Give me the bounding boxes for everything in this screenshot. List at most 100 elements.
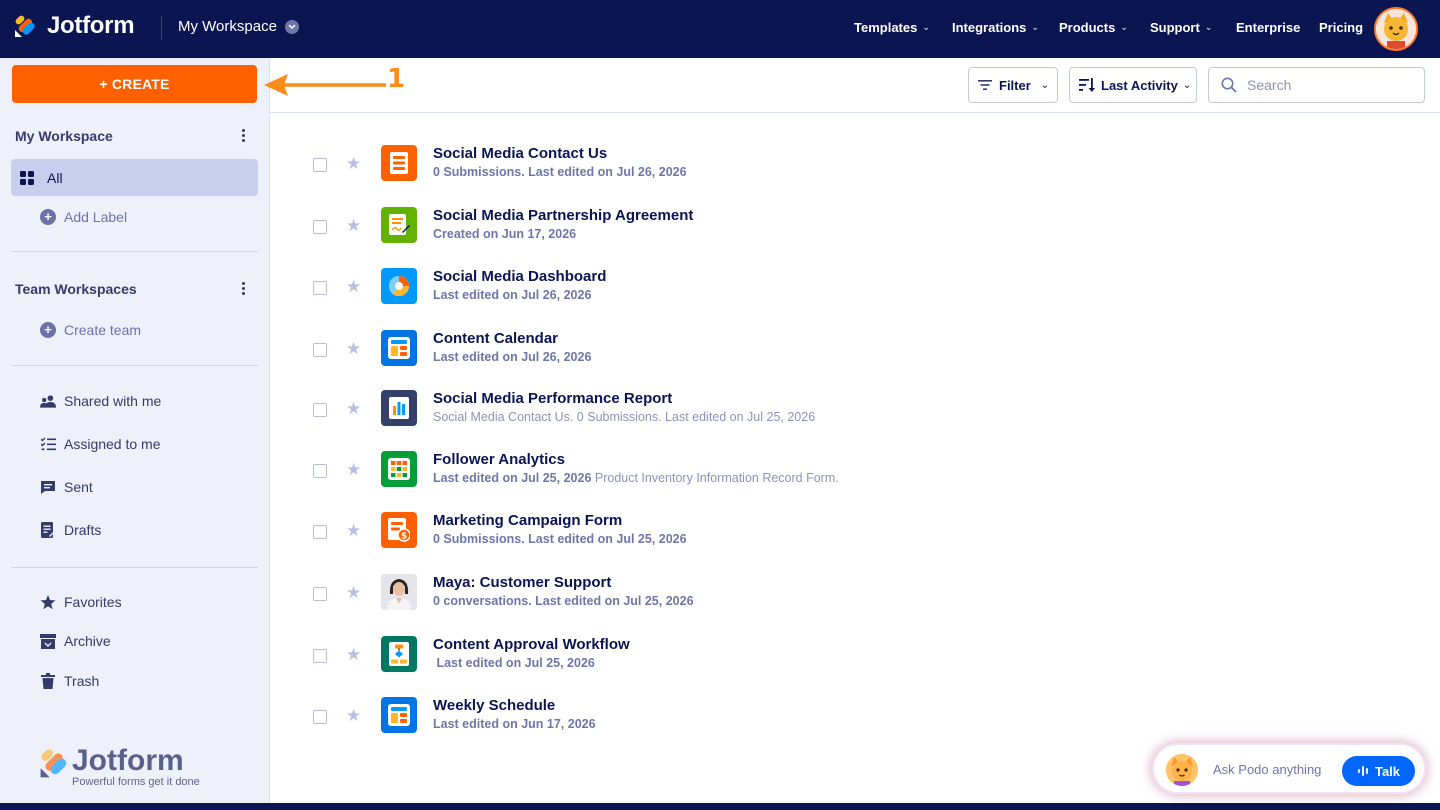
bar-report-icon [381,390,417,426]
favorite-star-icon[interactable]: ★ [346,521,361,541]
item-title[interactable]: Follower Analytics [433,451,565,468]
item-title[interactable]: Social Media Partnership Agreement [433,207,693,224]
favorite-star-icon[interactable]: ★ [346,583,361,603]
list-item[interactable]: ★ Social Media Contact Us 0 Submissions.… [270,139,1440,199]
annotation-number: 1 [387,64,406,94]
user-avatar[interactable] [1374,7,1418,51]
plus-icon: + [40,322,56,338]
item-title[interactable]: Content Calendar [433,330,558,347]
workspace-switcher[interactable]: My Workspace [178,18,299,35]
list-item[interactable]: ★ Social Media Partnership Agreement Cre… [270,201,1440,261]
item-subtitle: Last edited on Jul 25, 2026 Product Inve… [433,471,839,485]
favorite-star-icon[interactable]: ★ [346,216,361,236]
nav-label: Templates [854,20,918,35]
search-input[interactable] [1247,77,1407,93]
row-checkbox[interactable] [313,343,327,357]
talk-button[interactable]: Talk [1342,756,1415,786]
item-meta: 0 Submissions. Last edited on Jul 26, 20… [433,165,687,179]
create-team-button[interactable]: + Create team [40,322,141,338]
item-title[interactable]: Social Media Contact Us [433,145,607,162]
row-checkbox[interactable] [313,220,327,234]
sign-icon [381,207,417,243]
row-checkbox[interactable] [313,525,327,539]
sidebar-item-trash[interactable]: Trash [40,673,99,689]
svg-text:$: $ [401,532,407,542]
sort-button[interactable]: Last Activity ⌄ [1069,67,1197,103]
favorite-star-icon[interactable]: ★ [346,154,361,174]
favorite-star-icon[interactable]: ★ [346,339,361,359]
item-title[interactable]: Content Approval Workflow [433,636,630,653]
grid-icon [19,170,35,186]
sidebar-item-all[interactable]: All [11,159,258,196]
divider [11,365,258,366]
sidebar-item-label: Drafts [64,522,102,538]
nav-support[interactable]: Support ⌄ [1150,20,1212,35]
list-item[interactable]: ★ Social Media Performance Report Social… [270,384,1440,444]
divider [11,567,258,568]
list-item[interactable]: ★ $ Marketing Campaign Form 0 Submission… [270,506,1440,566]
item-title[interactable]: Social Media Performance Report [433,390,672,407]
item-title[interactable]: Maya: Customer Support [433,574,611,591]
nav-integrations[interactable]: Integrations ⌄ [952,20,1039,35]
item-meta: Created on Jun 17, 2026 [433,227,577,241]
list-item[interactable]: ★ Follower Analytics Last edited on Jul … [270,445,1440,505]
draft-icon [40,522,56,538]
item-meta: Last edited on Jul 26, 2026 [433,350,592,364]
item-meta: Last edited on Jul 26, 2026 [433,288,592,302]
list-item[interactable]: ★ Weekly Schedule Last edited on Jun 17,… [270,691,1440,751]
row-checkbox[interactable] [313,403,327,417]
sidebar-item-label: Favorites [64,594,122,610]
more-options-icon[interactable] [237,281,249,295]
row-checkbox[interactable] [313,649,327,663]
search-icon [1221,77,1237,93]
checklist-icon [40,436,56,452]
nav-products[interactable]: Products ⌄ [1059,20,1128,35]
filter-button[interactable]: Filter ⌄ [968,67,1058,103]
favorite-star-icon[interactable]: ★ [346,277,361,297]
sidebar-item-archive[interactable]: Archive [40,633,111,649]
item-subtitle: Last edited on Jul 26, 2026 [433,350,591,364]
list-item[interactable]: ★ Content Calendar Last edited on Jul 26… [270,324,1440,384]
create-button[interactable]: + CREATE [12,65,257,103]
favorite-star-icon[interactable]: ★ [346,399,361,419]
jotform-logo[interactable]: Jotform [13,12,135,40]
nav-enterprise[interactable]: Enterprise [1236,20,1300,35]
row-checkbox[interactable] [313,158,327,172]
search-field[interactable] [1208,67,1425,103]
create-team-text: Create team [64,322,142,338]
item-title[interactable]: Social Media Dashboard [433,268,606,285]
sidebar-item-sent[interactable]: Sent [40,479,93,495]
favorite-star-icon[interactable]: ★ [346,460,361,480]
chat-icon [40,479,56,495]
item-title[interactable]: Marketing Campaign Form [433,512,622,529]
list-item[interactable]: ★ Maya: Customer Support 0 conversations… [270,568,1440,628]
talk-label: Talk [1374,763,1401,779]
more-options-icon[interactable] [237,128,249,142]
list-item[interactable]: ★ Social Media Dashboard Last edited on … [270,262,1440,322]
app-icon [381,330,417,366]
row-checkbox[interactable] [313,587,327,601]
row-checkbox[interactable] [313,464,327,478]
nav-templates[interactable]: Templates ⌄ [854,20,930,35]
footer-brand-name: Jotform [72,744,184,777]
plus-icon: + [40,209,56,225]
item-subtitle: Last edited on Jul 26, 2026 [433,288,591,302]
sidebar-item-shared[interactable]: Shared with me [40,393,161,409]
ai-assistant-bar[interactable]: Ask Podo anything Talk [1152,743,1426,794]
list-item[interactable]: ★ Content Approval Workflow Last edited … [270,630,1440,690]
filter-label: Filter [999,77,1031,93]
row-checkbox[interactable] [313,710,327,724]
sidebar-item-favorites[interactable]: Favorites [40,594,122,610]
favorite-star-icon[interactable]: ★ [346,706,361,726]
sidebar-item-label: Assigned to me [64,436,161,452]
row-checkbox[interactable] [313,281,327,295]
item-title[interactable]: Weekly Schedule [433,697,555,714]
content-toolbar: Filter ⌄ Last Activity ⌄ [270,58,1440,113]
favorite-star-icon[interactable]: ★ [346,645,361,665]
item-meta: Last edited on Jul 25, 2026 [433,471,592,485]
add-label-button[interactable]: + Add Label [40,209,127,225]
sidebar-item-assigned[interactable]: Assigned to me [40,436,161,452]
nav-pricing[interactable]: Pricing [1319,20,1363,35]
brand-name: Jotform [47,12,135,39]
sidebar-item-drafts[interactable]: Drafts [40,522,101,538]
